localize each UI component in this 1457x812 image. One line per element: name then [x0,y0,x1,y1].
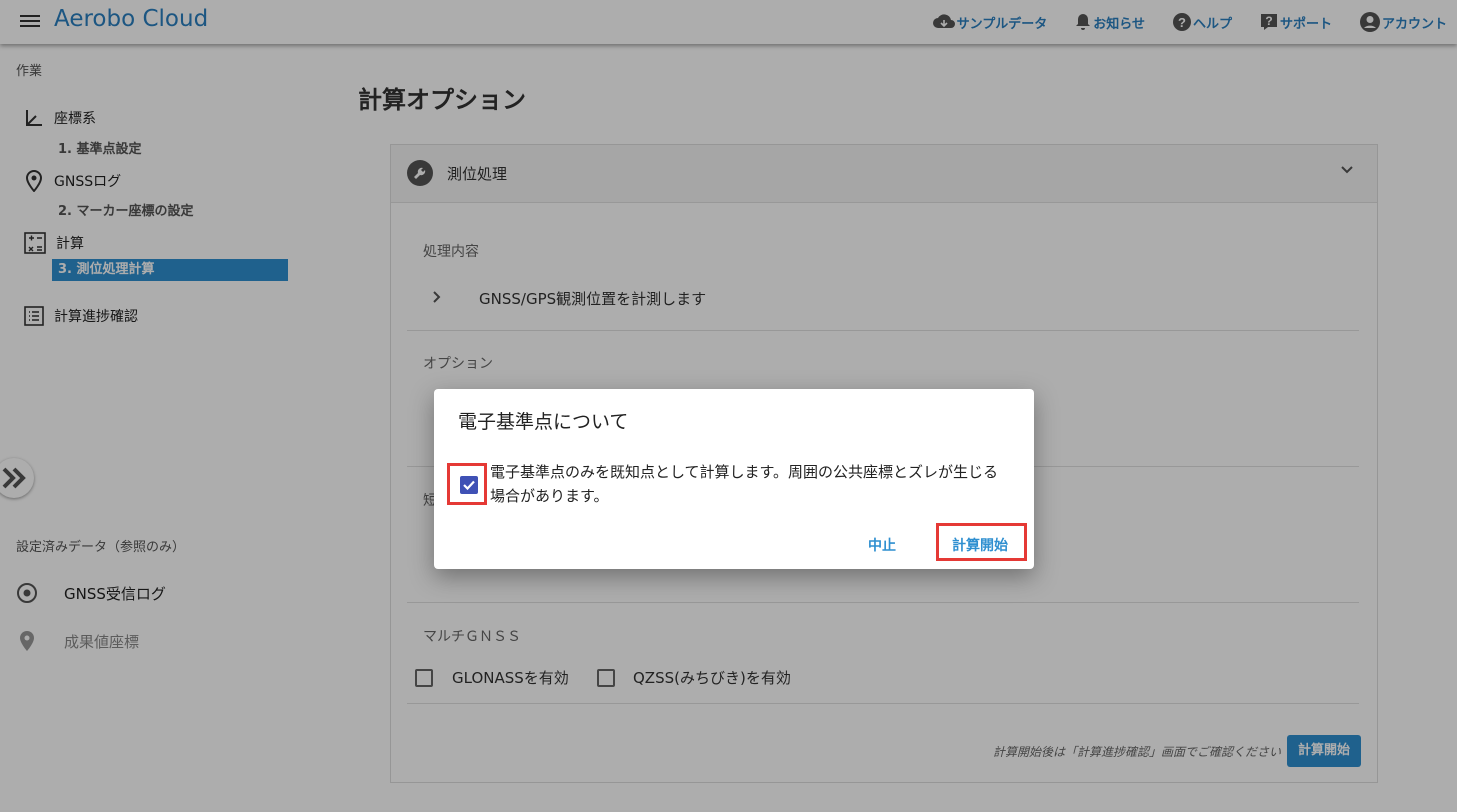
confirm-dialog: 電子基準点について 電子基準点のみを既知点として計算します。周囲の公共座標とズレ… [434,389,1034,569]
check-icon [463,480,475,491]
dialog-cancel-button[interactable]: 中止 [868,535,896,555]
dialog-message: 電子基準点のみを既知点として計算します。周囲の公共座標とズレが生じる場合がありま… [490,463,999,505]
gsi-only-checkbox[interactable] [460,476,478,494]
dialog-start-button[interactable]: 計算開始 [952,535,1008,555]
dialog-title: 電子基準点について [458,411,629,433]
